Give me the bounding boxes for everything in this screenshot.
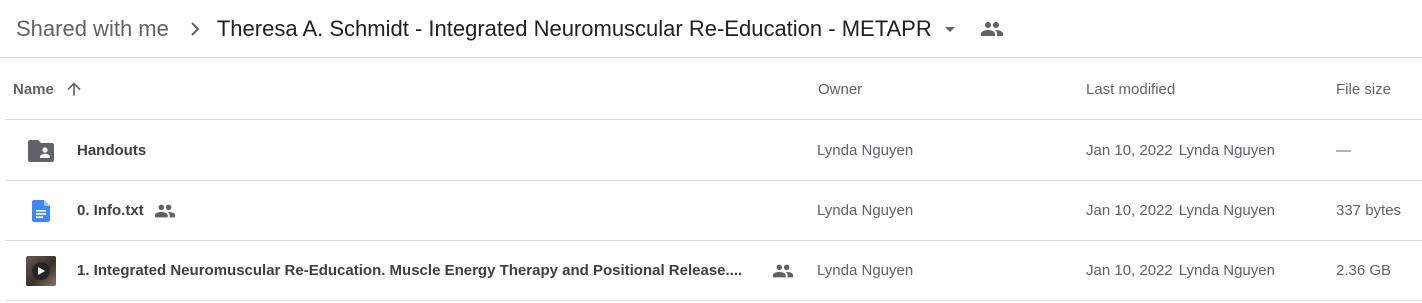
caret-down-icon[interactable] <box>938 17 962 41</box>
shared-folder-icon <box>25 121 57 180</box>
file-modified-date: Jan 10, 2022 <box>1086 202 1173 219</box>
column-header-name-label: Name <box>13 80 54 98</box>
column-header-name[interactable]: Name <box>13 59 86 119</box>
column-header-row: Name Owner Last modified File size <box>5 59 1422 120</box>
file-modified-by: Lynda Nguyen <box>1178 202 1275 219</box>
file-size: 337 bytes <box>1336 202 1402 219</box>
breadcrumb-current-folder[interactable]: Theresa A. Schmidt - Integrated Neuromus… <box>217 17 932 40</box>
file-owner: Lynda Nguyen <box>817 142 914 159</box>
file-owner: Lynda Nguyen <box>817 202 914 219</box>
breadcrumb-shared-with-me[interactable]: Shared with me <box>16 17 169 40</box>
file-owner: Lynda Nguyen <box>817 262 914 279</box>
column-header-last-modified[interactable]: Last modified <box>1086 59 1175 119</box>
play-icon <box>32 261 50 280</box>
file-modified-date: Jan 10, 2022 <box>1086 142 1173 159</box>
people-icon <box>154 200 176 222</box>
column-header-file-size[interactable]: File size <box>1336 59 1391 119</box>
google-doc-icon <box>25 181 57 240</box>
people-icon[interactable] <box>980 17 1004 41</box>
file-modified-by: Lynda Nguyen <box>1178 142 1275 159</box>
table-row[interactable]: Handouts Lynda Nguyen Jan 10, 2022 Lynda… <box>5 121 1422 181</box>
file-modified-date: Jan 10, 2022 <box>1086 262 1173 279</box>
table-row[interactable]: 1. Integrated Neuromuscular Re-Education… <box>5 241 1422 301</box>
breadcrumb: Shared with me Theresa A. Schmidt - Inte… <box>0 0 1422 58</box>
file-modified-by: Lynda Nguyen <box>1178 262 1275 279</box>
video-thumbnail-icon <box>25 241 57 300</box>
file-size: — <box>1336 142 1351 159</box>
column-header-owner[interactable]: Owner <box>818 59 862 119</box>
table-row[interactable]: 0. Info.txt Lynda Nguyen Jan 10, 2022 Ly… <box>5 181 1422 241</box>
arrow-up-icon[interactable] <box>62 77 86 101</box>
people-icon <box>771 241 795 300</box>
chevron-right-icon <box>183 17 207 41</box>
file-name: Handouts <box>77 142 147 159</box>
file-size: 2.36 GB <box>1336 262 1392 279</box>
file-name: 0. Info.txt <box>77 202 144 219</box>
file-name: 1. Integrated Neuromuscular Re-Education… <box>77 262 743 279</box>
